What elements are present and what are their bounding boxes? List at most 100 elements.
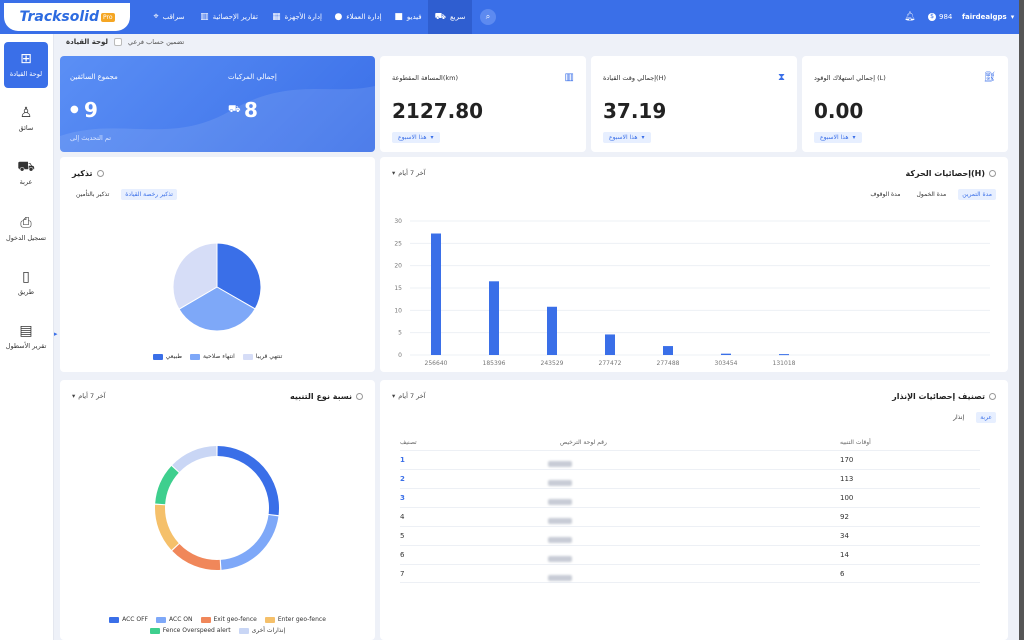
chevron-down-icon: ▾ — [392, 392, 396, 400]
tab-idle-duration[interactable]: مدة الخمول — [913, 189, 951, 200]
bar-277472 — [605, 334, 615, 355]
rank-cell: 6 — [400, 551, 405, 559]
balance-value: 984 — [939, 13, 953, 21]
alert-ratio-title-text: نسبة نوع التنبيه — [290, 392, 352, 401]
top-bar: Tracksolid Pro ⌖ سراقب ▥ تقارير الإحصائي… — [0, 0, 1024, 34]
legend-item[interactable]: Exit geo-fence — [200, 616, 257, 623]
sidebar-item-dashboard[interactable]: ⊞ لوحة القيادة — [4, 42, 48, 88]
sidebar-item-fleet-report[interactable]: ▤ تقرير الأسطول — [4, 314, 48, 360]
nav-map[interactable]: ⌖ سراقب — [148, 0, 190, 34]
table-row[interactable]: 6 14 — [400, 545, 980, 564]
balance[interactable]: $ 984 — [928, 0, 952, 34]
table-row[interactable]: 7 6 — [400, 564, 980, 583]
breadcrumb: لوحة القيادة تضمين حساب فرعي — [66, 38, 184, 46]
legend-item[interactable]: ACC OFF — [109, 616, 148, 623]
sidebar-item-road[interactable]: ▯ طريق — [4, 260, 48, 306]
period-dropdown[interactable]: هذا الاسبوع ▾ — [603, 132, 651, 143]
period-label: هذا الاسبوع — [609, 134, 638, 141]
period-label: آخر 7 أيام — [78, 392, 106, 400]
table-row[interactable]: 4 92 — [400, 507, 980, 526]
sub-account-checkbox[interactable] — [114, 38, 123, 46]
nav-reports[interactable]: ▥ تقارير الإحصائية — [196, 0, 262, 34]
x-tick-label: 243529 — [541, 360, 564, 367]
stat-label: إجمالي وقت القيادة(H) — [603, 74, 667, 82]
y-tick-label: 25 — [394, 240, 402, 247]
bar-243529 — [547, 306, 557, 355]
x-tick-label: 277472 — [599, 360, 622, 367]
table-row[interactable]: 3 100 — [400, 488, 980, 507]
stat-value: 37.19 — [603, 99, 667, 123]
tab-license[interactable]: تذكير رخصة القيادة — [121, 189, 177, 200]
x-tick-label: 277488 — [657, 360, 680, 367]
page-title: لوحة القيادة — [66, 38, 109, 46]
legend-swatch — [238, 627, 249, 634]
user-icon: ● — [334, 12, 343, 22]
period-dropdown[interactable]: ▾ آخر 7 أيام — [72, 392, 106, 400]
tab-insurance[interactable]: تذكير بالتأمين — [72, 189, 113, 200]
chevron-down-icon: ▾ — [641, 134, 645, 141]
search-icon[interactable]: ⌕ — [480, 9, 496, 25]
legend-item[interactable]: طبيعي — [152, 353, 182, 360]
chevron-down-icon: ▾ — [72, 392, 76, 400]
tab-alarm[interactable]: إنذار — [949, 412, 968, 423]
user-menu[interactable]: fairdealgps ▾ — [962, 0, 1014, 34]
tab-vehicle[interactable]: عربة — [976, 412, 996, 423]
movement-panel: ▾ آخر 7 أيام إحصائيات الحركة(H) مدة الوق… — [380, 157, 1008, 372]
tab-stop-duration[interactable]: مدة الوقوف — [866, 189, 904, 200]
refresh-icon[interactable] — [989, 393, 996, 400]
sidebar-item-vehicle[interactable]: ⛟ عربة — [4, 150, 48, 196]
nav-video[interactable]: ■ فيديو — [390, 0, 426, 34]
sub-account-label: تضمين حساب فرعي — [128, 38, 185, 46]
sidebar-item-login[interactable]: ⎙ تسجيل الدخول — [4, 206, 48, 252]
hourglass-icon: ⧗ — [777, 72, 785, 83]
legend-item[interactable]: انتهاء صلاحية — [189, 353, 235, 360]
legend-label: تنتهي قريبا — [255, 353, 283, 360]
table-header: تصنيف رقم لوحة الترخيص أوقات التنبيه — [400, 436, 980, 450]
device-icon: ▦ — [272, 12, 281, 22]
bar-256640 — [431, 233, 441, 355]
sidebar-item-driver[interactable]: ♙ سائق — [4, 96, 48, 142]
alert-ratio-title: نسبة نوع التنبيه — [290, 392, 363, 401]
reminder-legend: طبيعي انتهاء صلاحية تنتهي قريبا — [100, 353, 335, 360]
nav-video-label: فيديو — [406, 13, 422, 21]
table-row[interactable]: 5 34 — [400, 526, 980, 545]
y-tick-label: 5 — [398, 330, 402, 337]
refresh-icon[interactable] — [989, 170, 996, 177]
alarm-ranking-panel: ▾ آخر 7 أيام تصنيف إحصائيات الإنذار إنذا… — [380, 380, 1008, 640]
nav-map-label: سراقب — [162, 13, 185, 21]
bell-icon[interactable]: 🔔︎ — [904, 0, 915, 34]
y-tick-label: 30 — [394, 218, 402, 225]
chevron-down-icon: ▾ — [430, 134, 434, 141]
logo-text: Tracksolid — [19, 9, 99, 25]
legend-item[interactable]: Enter geo-fence — [264, 616, 326, 623]
refresh-icon[interactable] — [356, 393, 363, 400]
refresh-icon[interactable] — [96, 170, 104, 177]
table-row[interactable]: 2 113 — [400, 469, 980, 488]
period-dropdown[interactable]: ▾ آخر 7 أيام — [392, 169, 426, 177]
period-dropdown[interactable]: هذا الاسبوع ▾ — [814, 132, 862, 143]
period-dropdown[interactable]: ▾ آخر 7 أيام — [392, 392, 426, 400]
legend-label: Fence Overspeed alert — [162, 627, 231, 634]
x-tick-label: 185396 — [483, 360, 506, 367]
road-icon: ▯ — [22, 269, 30, 285]
y-tick-label: 10 — [394, 307, 402, 314]
legend-item[interactable]: إنذارات أخرى — [238, 627, 285, 634]
reminder-tabs: تذكير بالتأمين تذكير رخصة القيادة — [72, 189, 177, 200]
period-dropdown[interactable]: هذا الاسبوع ▾ — [392, 132, 440, 143]
table-row[interactable]: 1 170 — [400, 450, 980, 469]
nav-quick[interactable]: ⛟ سريع — [428, 0, 472, 34]
nav-devices[interactable]: ▦ إدارة الأجهزة — [268, 0, 326, 34]
drivers-value: 9 — [84, 98, 98, 122]
legend-label: انتهاء صلاحية — [202, 353, 235, 360]
legend-item[interactable]: تنتهي قريبا — [242, 353, 283, 360]
nav-customers[interactable]: ● إدارة العملاء — [330, 0, 386, 34]
legend-item[interactable]: Fence Overspeed alert — [149, 627, 231, 634]
legend-item[interactable]: ACC ON — [156, 616, 193, 623]
donut-slice-1 — [220, 515, 279, 570]
tab-exercise-duration[interactable]: مدة التمرين — [958, 189, 996, 200]
period-label: آخر 7 أيام — [398, 392, 426, 400]
stat-label: إجمالي استهلاك الوقود (L) — [814, 74, 886, 82]
sidebar-item-label: تسجيل الدخول — [5, 234, 47, 242]
logo[interactable]: Tracksolid Pro — [4, 3, 130, 31]
rank-cell: 2 — [400, 475, 405, 483]
